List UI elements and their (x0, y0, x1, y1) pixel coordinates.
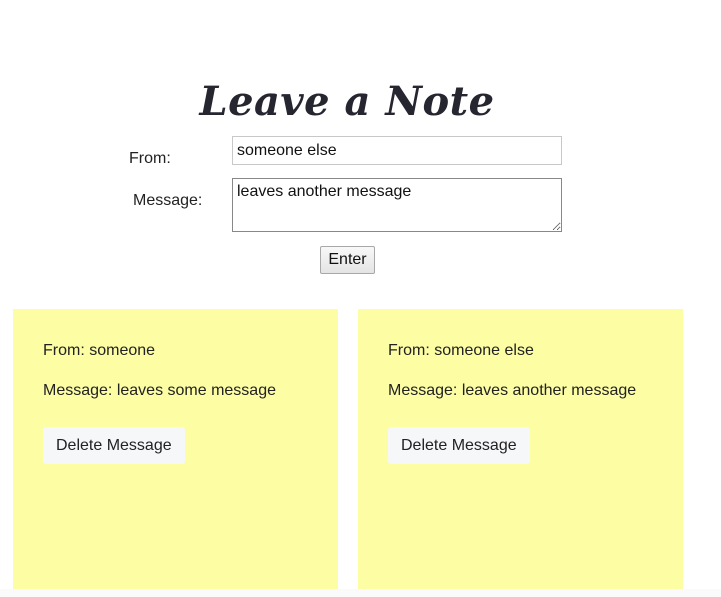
note-from: From: someone (43, 342, 156, 359)
page-bottom-edge (0, 589, 721, 597)
message-label: Message: (133, 192, 203, 209)
message-textarea[interactable]: leaves another message (232, 178, 562, 232)
note-from: From: someone else (388, 342, 534, 359)
note-message: Message: leaves some message (43, 382, 276, 399)
from-label: From: (129, 150, 171, 167)
note-message: Message: leaves another message (388, 382, 637, 399)
delete-message-button[interactable]: Delete Message (388, 427, 530, 464)
page: Leave a Note From: Message: leaves anoth… (0, 0, 721, 597)
enter-button[interactable]: Enter (320, 246, 375, 274)
from-input[interactable] (232, 136, 562, 165)
page-title: Leave a Note (199, 78, 495, 125)
note-card: From: someone else Message: leaves anoth… (358, 309, 683, 589)
delete-message-button[interactable]: Delete Message (43, 427, 185, 464)
note-card: From: someone Message: leaves some messa… (13, 309, 338, 589)
